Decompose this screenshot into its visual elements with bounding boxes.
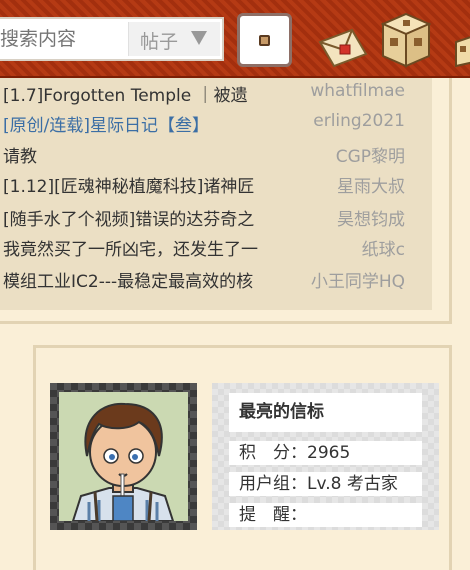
thread-title[interactable]: 我竟然买了一所凶宅，还发生了一 bbox=[3, 235, 286, 260]
thread-row[interactable]: [1.12][匠魂神秘植魔科技]诸神匠 星雨大叔 bbox=[0, 169, 445, 197]
thread-author[interactable]: CGP黎明 bbox=[336, 142, 405, 167]
user-portrait-icon bbox=[59, 392, 188, 522]
avatar-image bbox=[59, 392, 188, 522]
thread-title[interactable]: [随手水了个视频]错误的达芬奇之 bbox=[3, 205, 286, 230]
thread-list: [1.7]Forgotten Temple ｜被遗 whatfilmae [原创… bbox=[0, 78, 432, 310]
user-reminders[interactable]: 提 醒： bbox=[229, 503, 422, 527]
points-value: 2965 bbox=[307, 443, 351, 463]
top-nav-bar: 帖子 bbox=[0, 0, 470, 78]
thread-author[interactable]: 昊想钧成 bbox=[337, 205, 405, 230]
thread-title[interactable]: [原创/连载]星际日记【叁】 bbox=[3, 111, 286, 136]
chevron-down-icon bbox=[191, 31, 207, 45]
thread-row[interactable]: [原创/连载]星际日记【叁】 erling2021 bbox=[0, 108, 445, 136]
search-scope-select[interactable]: 帖子 bbox=[128, 22, 220, 56]
thread-title[interactable]: 模组工业IC2---最稳定最高效的核 bbox=[3, 267, 286, 292]
thread-author[interactable]: 小王同学HQ bbox=[311, 267, 405, 292]
thread-row[interactable]: 模组工业IC2---最稳定最高效的核 小王同学HQ bbox=[0, 264, 445, 292]
thread-author[interactable]: erling2021 bbox=[313, 111, 405, 131]
user-avatar-button[interactable] bbox=[237, 13, 292, 67]
user-group: 用户组：Lv.8 考古家 bbox=[229, 472, 422, 496]
thread-title[interactable]: [1.12][匠魂神秘植魔科技]诸神匠 bbox=[3, 172, 286, 197]
points-label: 积 分： bbox=[239, 443, 307, 463]
search-box: 帖子 bbox=[0, 17, 224, 61]
group-value[interactable]: Lv.8 考古家 bbox=[307, 474, 398, 494]
thread-row[interactable]: [1.7]Forgotten Temple ｜被遗 whatfilmae bbox=[0, 78, 445, 106]
username[interactable]: 最亮的信标 bbox=[229, 393, 422, 432]
envelope-icon[interactable] bbox=[318, 28, 368, 68]
item-icon[interactable] bbox=[452, 32, 470, 68]
remind-label: 提 醒： bbox=[239, 505, 307, 525]
search-input[interactable] bbox=[0, 19, 128, 59]
box-icon[interactable] bbox=[381, 12, 431, 68]
thread-row[interactable]: 请教 CGP黎明 bbox=[0, 139, 445, 167]
thread-row[interactable]: 我竟然买了一所凶宅，还发生了一 纸球c bbox=[0, 232, 445, 260]
thread-row[interactable]: [随手水了个视频]错误的达芬奇之 昊想钧成 bbox=[0, 202, 445, 230]
avatar[interactable] bbox=[50, 383, 197, 530]
thread-list-panel: [1.7]Forgotten Temple ｜被遗 whatfilmae [原创… bbox=[0, 78, 452, 324]
user-info-card: 最亮的信标 积 分：2965 用户组：Lv.8 考古家 提 醒： bbox=[212, 383, 439, 530]
thread-author[interactable]: 星雨大叔 bbox=[337, 172, 405, 197]
user-avatar-icon bbox=[259, 35, 270, 46]
user-profile-panel: 最亮的信标 积 分：2965 用户组：Lv.8 考古家 提 醒： bbox=[33, 345, 452, 570]
thread-title[interactable]: [1.7]Forgotten Temple ｜被遗 bbox=[3, 81, 286, 106]
search-scope-label: 帖子 bbox=[140, 31, 179, 53]
thread-author[interactable]: whatfilmae bbox=[310, 81, 405, 101]
thread-author[interactable]: 纸球c bbox=[362, 235, 405, 260]
thread-title[interactable]: 请教 bbox=[3, 142, 286, 167]
group-label: 用户组： bbox=[239, 474, 307, 494]
user-points: 积 分：2965 bbox=[229, 441, 422, 465]
